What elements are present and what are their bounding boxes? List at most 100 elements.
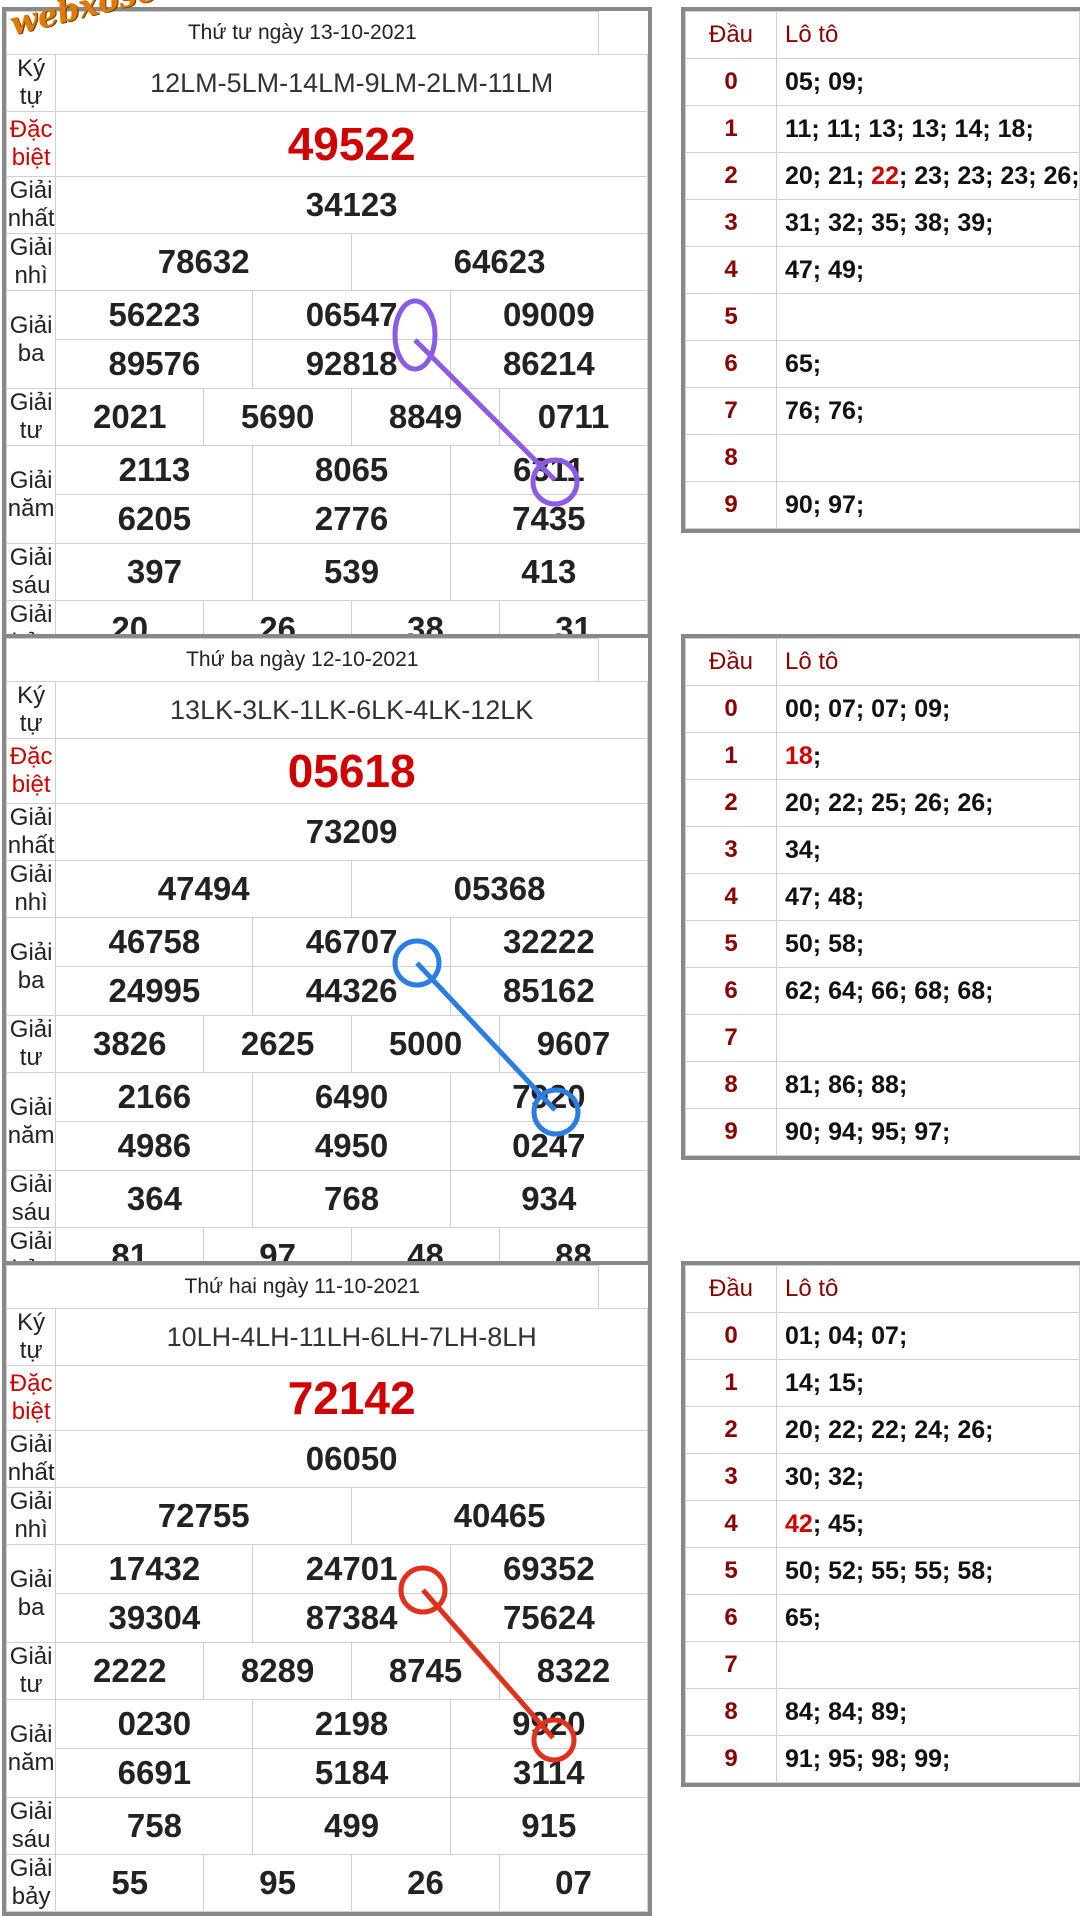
third-prize: 17432: [55, 1544, 254, 1594]
sixth-prize-label: Giải sáu: [5, 1170, 57, 1228]
fourth-prize: 2021: [55, 388, 205, 446]
loto-dau: 1: [685, 105, 777, 153]
fifth-prize: 2113: [55, 445, 254, 495]
special-prize: 72142: [55, 1365, 648, 1431]
special-prize-label: Đặc biệt: [5, 1365, 57, 1431]
third-prize: 46758: [55, 917, 254, 967]
sixth-prize-label: Giải sáu: [5, 1797, 57, 1855]
loto-values: 05; 09;: [776, 58, 1080, 106]
loto-values: 84; 84; 89;: [776, 1688, 1080, 1736]
fifth-prize-label: Giải năm: [5, 445, 57, 544]
loto-head-dau: Đầu: [685, 11, 777, 59]
loto-values: 50; 52; 55; 55; 58;: [776, 1547, 1080, 1595]
first-prize-label: Giải nhất: [5, 803, 57, 861]
first-prize: 73209: [55, 803, 648, 861]
loto-values: 20; 22; 25; 26; 26;: [776, 779, 1080, 827]
second-prize: 47494: [55, 860, 353, 918]
result-block-2: Thứ ba ngày 12-10-2021 Ký tự 13LK-3LK-1LK…: [0, 627, 1080, 1289]
sixth-prize: 934: [449, 1170, 649, 1228]
second-prize: 05368: [351, 860, 648, 918]
special-prize-label: Đặc biệt: [5, 738, 57, 804]
draw-date: Thứ hai ngày 11-10-2021: [6, 1265, 599, 1309]
fourth-prize: 5000: [351, 1015, 500, 1073]
loto-dau: 8: [685, 1061, 777, 1109]
fourth-prize-label: Giải tư: [5, 1642, 57, 1700]
third-prize: 24995: [55, 966, 254, 1016]
loto-table: Đầu Lô tô 0 05; 09; 1 11; 11; 13; 13; 14; 1…: [681, 7, 1080, 533]
fifth-prize: 6691: [55, 1748, 254, 1798]
loto-values: 91; 95; 98; 99;: [776, 1735, 1080, 1783]
special-prize: 05618: [55, 738, 648, 804]
sixth-prize: 397: [55, 543, 254, 601]
loto-values: [776, 293, 1080, 341]
fifth-prize-label: Giải năm: [5, 1072, 57, 1171]
loto-values: 90; 94; 95; 97;: [776, 1108, 1080, 1156]
fifth-prize-label: Giải năm: [5, 1699, 57, 1798]
first-prize: 06050: [55, 1430, 648, 1488]
loto-dau: 0: [685, 58, 777, 106]
loto-dau: 2: [685, 1406, 777, 1454]
fifth-prize: 6205: [55, 494, 254, 544]
loto-dau: 6: [685, 340, 777, 388]
loto-values: 50; 58;: [776, 920, 1080, 968]
third-prize: 75624: [449, 1593, 649, 1643]
third-prize: 86214: [449, 339, 649, 389]
fifth-prize: 2198: [252, 1699, 451, 1749]
loto-values: [776, 1014, 1080, 1062]
fifth-prize: 7920: [449, 1072, 649, 1122]
loto-table: Đầu Lô tô 0 00; 07; 07; 09; 1 18; 2 20; 22; …: [681, 634, 1080, 1160]
fifth-prize: 5184: [252, 1748, 451, 1798]
third-prize: 89576: [55, 339, 254, 389]
loto-dau: 5: [685, 920, 777, 968]
results-table: Thứ tư ngày 13-10-2021 Ký tự 12LM-5LM-14L…: [2, 7, 652, 662]
kytu-value: 10LH-4LH-11LH-6LH-7LH-8LH: [55, 1308, 648, 1366]
loto-values: 34;: [776, 826, 1080, 874]
loto-dau: 4: [685, 1500, 777, 1548]
loto-dau: 5: [685, 293, 777, 341]
third-prize: 24701: [252, 1544, 451, 1594]
loto-dau: 2: [685, 779, 777, 827]
draw-date: Thứ ba ngày 12-10-2021: [6, 638, 599, 682]
loto-values: 31; 32; 35; 38; 39;: [776, 199, 1080, 247]
sixth-prize-label: Giải sáu: [5, 543, 57, 601]
fourth-prize-label: Giải tư: [5, 1015, 57, 1073]
third-prize: 46707: [252, 917, 451, 967]
first-prize: 34123: [55, 176, 648, 234]
fifth-prize: 0247: [449, 1121, 649, 1171]
second-prize: 40465: [351, 1487, 648, 1545]
loto-dau: 4: [685, 873, 777, 921]
result-block-1: Thứ tư ngày 13-10-2021 Ký tự 12LM-5LM-14L…: [0, 0, 1080, 662]
second-prize: 72755: [55, 1487, 353, 1545]
kytu-value: 13LK-3LK-1LK-6LK-4LK-12LK: [55, 681, 648, 739]
loto-dau: 9: [685, 1735, 777, 1783]
third-prize: 85162: [449, 966, 649, 1016]
third-prize-label: Giải ba: [5, 917, 57, 1016]
second-prize-label: Giải nhì: [5, 1487, 57, 1545]
loto-dau: 7: [685, 1641, 777, 1689]
results-table: Thứ hai ngày 11-10-2021 Ký tự 10LH-4LH-11…: [2, 1261, 652, 1916]
loto-values: 01; 04; 07;: [776, 1312, 1080, 1360]
loto-dau: 4: [685, 246, 777, 294]
fifth-prize: 6311: [449, 445, 649, 495]
fifth-prize: 6490: [252, 1072, 451, 1122]
third-prize: 06547: [252, 290, 451, 340]
kytu-label: Ký tự: [5, 54, 57, 112]
sixth-prize: 413: [449, 543, 649, 601]
kytu-value: 12LM-5LM-14LM-9LM-2LM-11LM: [55, 54, 648, 112]
loto-dau: 9: [685, 481, 777, 529]
fifth-prize: 7435: [449, 494, 649, 544]
loto-dau: 9: [685, 1108, 777, 1156]
third-prize: 92818: [252, 339, 451, 389]
loto-dau: 1: [685, 732, 777, 780]
loto-values: 76; 76;: [776, 387, 1080, 435]
seventh-prize-label: Giải bảy: [5, 1854, 57, 1912]
loto-values: 47; 49;: [776, 246, 1080, 294]
fourth-prize: 8745: [351, 1642, 500, 1700]
fifth-prize: 2776: [252, 494, 451, 544]
fifth-prize: 0230: [55, 1699, 254, 1749]
third-prize: 69352: [449, 1544, 649, 1594]
loto-values: [776, 1641, 1080, 1689]
fourth-prize: 2625: [203, 1015, 353, 1073]
loto-dau: 8: [685, 1688, 777, 1736]
second-prize: 64623: [351, 233, 648, 291]
